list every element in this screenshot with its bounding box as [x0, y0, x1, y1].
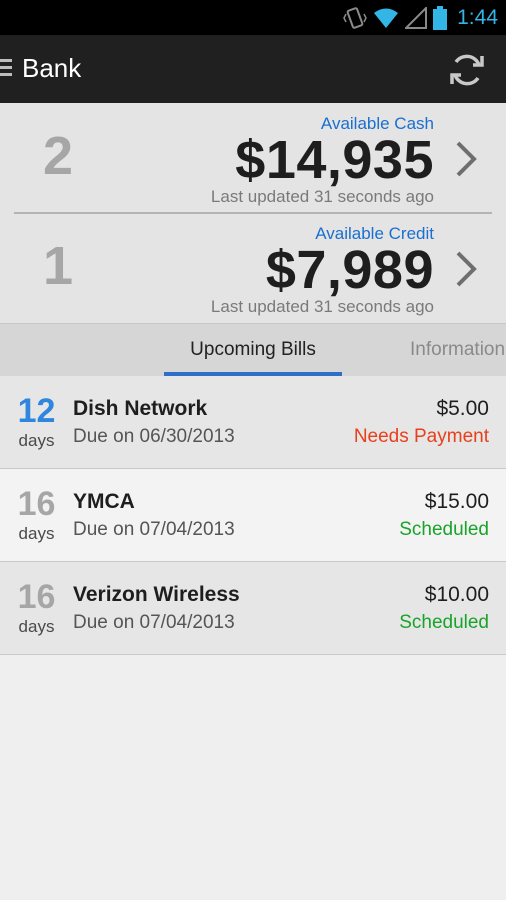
bill-days-label: days — [18, 617, 55, 636]
bill-days-count: 12 — [17, 392, 56, 430]
bill-due-date: Due on 06/30/2013 — [73, 426, 235, 447]
status-time: 1:44 — [457, 6, 498, 29]
app-title[interactable]: Bank — [22, 51, 81, 85]
status-bar: 1:44 — [0, 0, 506, 35]
bill-payee: YMCA — [73, 490, 135, 513]
bill-days-count: 16 — [17, 485, 56, 523]
signal-icon — [405, 7, 428, 29]
account-summary: 2 Available Cash $14,935 Last updated 31… — [0, 103, 506, 323]
bill-payee: Dish Network — [73, 397, 208, 420]
refresh-icon — [450, 54, 484, 86]
bill-amount: $15.00 — [424, 490, 489, 513]
available-credit-amount: $7,989 — [265, 240, 434, 300]
chevron-right-icon — [456, 141, 477, 177]
menu-icon[interactable] — [0, 57, 14, 79]
credit-account-count: 1 — [42, 236, 74, 296]
bill-list: 12 days Dish Network Due on 06/30/2013 $… — [0, 376, 506, 655]
wifi-icon — [374, 8, 399, 28]
vibrate-icon — [343, 7, 367, 29]
bill-row[interactable]: 16 days Verizon Wireless Due on 07/04/20… — [0, 562, 506, 655]
battery-icon — [433, 6, 448, 30]
bill-status: Scheduled — [399, 612, 489, 633]
available-credit-card[interactable]: 1 Available Credit $7,989 Last updated 3… — [0, 213, 506, 322]
tab-strip: Upcoming Bills Information — [0, 323, 506, 376]
bill-status: Needs Payment — [353, 426, 489, 447]
tab-upcoming-bills[interactable]: Upcoming Bills — [164, 324, 342, 376]
cash-account-count: 2 — [42, 126, 74, 186]
tab-information[interactable]: Information — [410, 324, 505, 376]
credit-last-updated: Last updated 31 seconds ago — [210, 297, 434, 316]
available-cash-amount: $14,935 — [235, 130, 434, 190]
bill-row[interactable]: 16 days YMCA Due on 07/04/2013 $15.00 Sc… — [0, 469, 506, 562]
action-bar: Bank — [0, 35, 506, 103]
bill-payee: Verizon Wireless — [73, 583, 240, 606]
available-cash-card[interactable]: 2 Available Cash $14,935 Last updated 31… — [0, 103, 506, 212]
bill-days-label: days — [18, 431, 55, 450]
bill-due-date: Due on 07/04/2013 — [73, 612, 235, 633]
bill-due-date: Due on 07/04/2013 — [73, 519, 235, 540]
bill-amount: $5.00 — [436, 397, 489, 420]
bill-amount: $10.00 — [424, 583, 489, 606]
bill-status: Scheduled — [399, 519, 489, 540]
chevron-right-icon — [456, 251, 477, 287]
refresh-button[interactable] — [440, 43, 494, 97]
bill-days-label: days — [18, 524, 55, 543]
bill-days-count: 16 — [17, 578, 56, 616]
status-icons: 1:44 — [343, 5, 498, 31]
bill-row[interactable]: 12 days Dish Network Due on 06/30/2013 $… — [0, 376, 506, 469]
cash-last-updated: Last updated 31 seconds ago — [210, 187, 434, 206]
